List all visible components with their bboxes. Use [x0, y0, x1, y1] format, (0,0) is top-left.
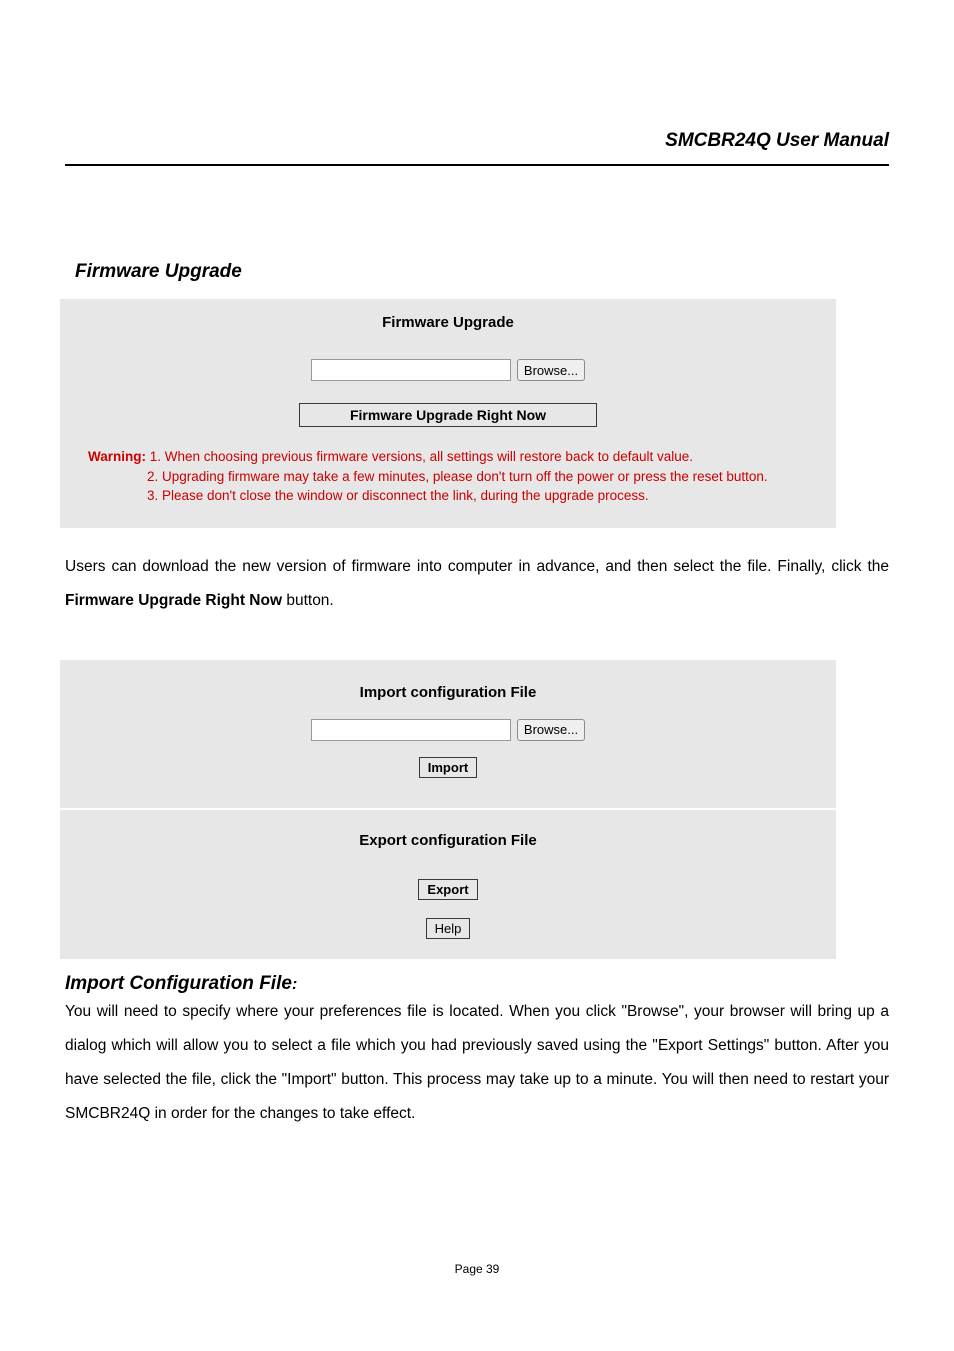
import-config-panel: Import configuration File Browse... Impo…: [60, 660, 836, 810]
warning-label: Warning:: [88, 449, 146, 464]
import-file-input[interactable]: [311, 719, 511, 741]
firmware-upgrade-panel: Firmware Upgrade Browse... Firmware Upgr…: [60, 299, 836, 528]
section-firmware-upgrade-heading: Firmware Upgrade: [75, 261, 889, 283]
export-config-panel: Export configuration File Export Help: [60, 810, 836, 959]
export-button[interactable]: Export: [418, 879, 477, 900]
manual-header: SMCBR24Q User Manual: [65, 130, 889, 166]
import-button[interactable]: Import: [419, 757, 477, 778]
import-panel-title: Import configuration File: [88, 684, 808, 719]
warning-line-1: 1. When choosing previous firmware versi…: [150, 449, 693, 464]
import-config-body-text: You will need to specify where your pref…: [65, 995, 889, 1131]
import-browse-button[interactable]: Browse...: [517, 719, 585, 741]
section-import-config-heading: Import Configuration File: [65, 973, 292, 994]
warning-line-2: 2. Upgrading firmware may take a few min…: [147, 467, 808, 487]
firmware-browse-button[interactable]: Browse...: [517, 359, 585, 381]
page-number: Page 39: [0, 1262, 954, 1276]
help-button[interactable]: Help: [426, 918, 471, 939]
export-panel-title: Export configuration File: [88, 832, 808, 879]
firmware-body-text: Users can download the new version of fi…: [65, 550, 889, 618]
firmware-upgrade-now-button[interactable]: Firmware Upgrade Right Now: [299, 403, 597, 427]
warning-line-3: 3. Please don't close the window or disc…: [147, 486, 808, 506]
firmware-file-input[interactable]: [311, 359, 511, 381]
warning-block: Warning: 1. When choosing previous firmw…: [88, 447, 808, 506]
firmware-panel-title: Firmware Upgrade: [88, 311, 808, 359]
